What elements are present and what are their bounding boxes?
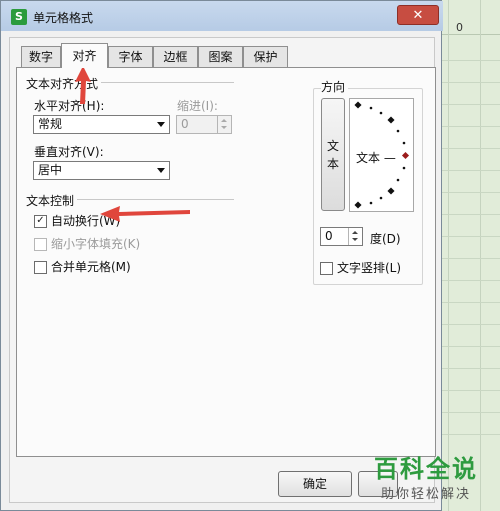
grid-line <box>440 280 500 281</box>
grid-line <box>440 214 500 215</box>
shrink-to-fit-label: 缩小字体填充(K) <box>51 237 141 251</box>
vertical-text-char: 文 <box>327 139 340 153</box>
column-number: 0 <box>456 21 463 34</box>
spin-up-icon <box>221 119 227 122</box>
orientation-dial[interactable]: 文本 — <box>349 98 414 212</box>
grid-line <box>440 368 500 369</box>
grid-line <box>440 148 500 149</box>
indent-spin-buttons[interactable] <box>217 116 231 133</box>
horizontal-align-value: 常规 <box>38 117 63 131</box>
grid-line <box>440 302 500 303</box>
grid-line <box>440 434 500 435</box>
tab-protection[interactable]: 保护 <box>243 46 288 67</box>
tab-border[interactable]: 边框 <box>153 46 198 67</box>
chevron-down-icon <box>157 122 165 127</box>
annotation-arrow <box>75 66 91 104</box>
degree-spin-buttons[interactable] <box>348 228 362 245</box>
vertical-text-button[interactable]: 文 本 <box>321 98 345 211</box>
title-bar[interactable]: S 单元格格式 ✕ <box>1 1 443 31</box>
indent-label: 缩进(I): <box>177 99 218 113</box>
watermark-subtitle: 助你轻松解决 <box>381 487 472 502</box>
spin-down-icon <box>352 238 358 241</box>
vertical-text-checkbox[interactable]: 文字竖排(L) <box>320 261 420 277</box>
degree-stepper[interactable]: 0 <box>320 227 363 246</box>
grid-line <box>440 412 500 413</box>
grid-line <box>440 346 500 347</box>
tab-number[interactable]: 数字 <box>21 46 61 67</box>
chevron-down-icon <box>157 168 165 173</box>
tab-pattern[interactable]: 图案 <box>198 46 243 67</box>
grid-line <box>440 104 500 105</box>
degree-label: 度(D) <box>370 232 401 246</box>
grid-line <box>440 170 500 171</box>
ok-button[interactable]: 确定 <box>278 471 352 497</box>
merge-cells-checkbox[interactable]: 合并单元格(M) <box>34 260 194 276</box>
grid-line <box>440 192 500 193</box>
merge-cells-label: 合并单元格(M) <box>51 260 131 274</box>
dialog-title: 单元格格式 <box>33 11 94 25</box>
vertical-text-char: 本 <box>327 157 340 171</box>
vertical-text-label: 文字竖排(L) <box>337 261 402 275</box>
checkbox-checked-icon: ✓ <box>34 215 47 228</box>
vertical-align-value: 居中 <box>38 163 63 177</box>
grid-line <box>440 258 500 259</box>
grid-line <box>440 236 500 237</box>
tab-alignment[interactable]: 对齐 <box>61 43 108 68</box>
column-header-row <box>440 14 500 35</box>
grid-line <box>440 324 500 325</box>
vertical-align-label: 垂直对齐(V): <box>34 145 104 159</box>
grid-line <box>440 126 500 127</box>
checkbox-icon <box>34 238 47 251</box>
checkbox-icon <box>320 262 333 275</box>
spreadsheet-background <box>440 0 500 511</box>
vertical-align-select[interactable]: 居中 <box>33 161 170 180</box>
app-icon: S <box>11 9 27 25</box>
annotation-arrow <box>100 206 190 222</box>
horizontal-align-select[interactable]: 常规 <box>33 115 170 134</box>
indent-value: 0 <box>181 117 189 131</box>
spin-up-icon <box>352 231 358 234</box>
grid-line <box>440 82 500 83</box>
degree-value: 0 <box>325 229 333 243</box>
text-control-section-title: 文本控制 <box>26 192 78 209</box>
spin-down-icon <box>221 126 227 129</box>
grid-line <box>440 60 500 61</box>
shrink-to-fit-checkbox[interactable]: 缩小字体填充(K) <box>34 237 194 253</box>
checkbox-icon <box>34 261 47 274</box>
close-button[interactable]: ✕ <box>397 5 439 25</box>
orientation-section-title: 方向 <box>321 78 349 95</box>
watermark-title: 百科全说 <box>374 455 478 483</box>
grid-line <box>440 390 500 391</box>
tab-font[interactable]: 字体 <box>108 46 153 67</box>
dial-text: 文本 — <box>356 151 396 165</box>
indent-stepper[interactable]: 0 <box>176 115 232 134</box>
